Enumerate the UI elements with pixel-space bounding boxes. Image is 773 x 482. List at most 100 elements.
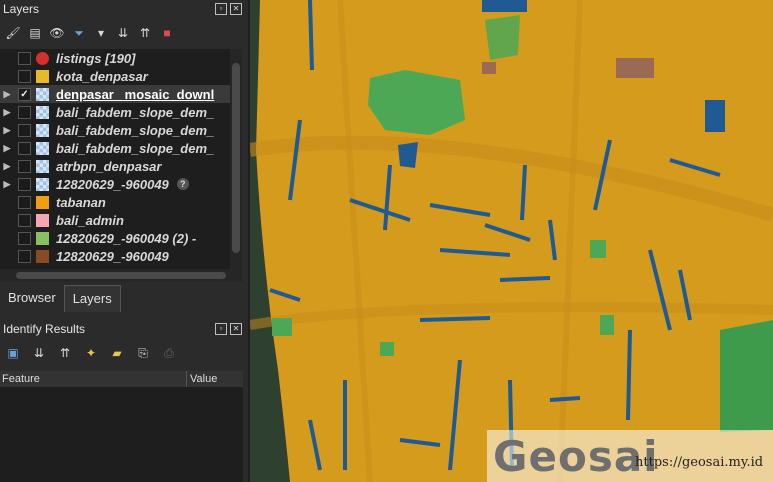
fill-symbol-icon <box>36 213 49 227</box>
remove-layer-icon[interactable]: ■ <box>158 24 176 42</box>
float-panel-icon[interactable]: ▫ <box>215 3 227 15</box>
layer-row[interactable]: ▶ 12820629_-960049? <box>0 175 230 193</box>
close-panel-icon[interactable]: ✕ <box>230 323 242 335</box>
green-area <box>368 70 465 135</box>
column-feature[interactable]: Feature <box>2 373 40 385</box>
close-panel-icon[interactable]: ✕ <box>230 3 242 15</box>
expand-arrow-icon[interactable]: ▶ <box>0 89 14 100</box>
identify-toolbar: ▣ ⇊ ⇈ ✦ ▰ ⎘ ⎙ <box>0 342 178 364</box>
green-area <box>272 318 292 336</box>
layer-visibility-checkbox[interactable] <box>18 159 31 173</box>
collapse-tree-icon[interactable]: ⇈ <box>56 344 74 362</box>
identify-results-header: Feature Value <box>0 371 243 388</box>
layer-visibility-checkbox[interactable] <box>18 177 31 191</box>
layer-label: tabanan <box>56 194 106 210</box>
expand-all-icon[interactable]: ⇊ <box>114 24 132 42</box>
layer-visibility-checkbox[interactable] <box>18 141 31 155</box>
style-manager-icon[interactable]: 🖌 <box>4 24 22 42</box>
column-value[interactable]: Value <box>190 373 217 385</box>
green-area <box>590 240 606 258</box>
expand-arrow-icon[interactable]: ▶ <box>0 179 14 190</box>
expand-all-results-icon[interactable]: ✦ <box>82 344 100 362</box>
layer-row[interactable]: listings [190] <box>0 49 230 67</box>
layer-visibility-checkbox[interactable] <box>18 69 31 83</box>
layer-row[interactable]: kota_denpasar <box>0 67 230 85</box>
expand-arrow-icon[interactable]: ▶ <box>0 107 14 118</box>
clear-results-icon[interactable]: ▰ <box>108 344 126 362</box>
expand-tree-icon[interactable]: ▣ <box>4 344 22 362</box>
visibility-eye-icon[interactable]: 👁 <box>48 24 66 42</box>
layer-visibility-checkbox[interactable] <box>18 213 31 227</box>
water-polygon <box>482 0 527 12</box>
print-icon[interactable]: ⎙ <box>160 344 178 362</box>
collapse-all-icon[interactable]: ⇈ <box>136 24 154 42</box>
layer-label: atrbpn_denpasar <box>56 158 162 174</box>
expand-new-icon[interactable]: ⇊ <box>30 344 48 362</box>
raster-layer-icon <box>36 159 49 173</box>
layer-row[interactable]: ▶ bali_fabdem_slope_dem_ <box>0 103 230 121</box>
layer-row[interactable]: ▶ ✓ denpasar _mosaic_downl <box>0 85 230 103</box>
layer-label: 12820629_-960049 <box>56 176 169 192</box>
layer-visibility-checkbox[interactable] <box>18 195 31 209</box>
layer-label: listings [190] <box>56 50 136 66</box>
watermark: Geosai https://geosai.my.id <box>487 430 773 482</box>
tab-browser[interactable]: Browser <box>0 285 64 311</box>
layer-row[interactable]: 12820629_-960049 (2) - <box>0 229 230 247</box>
green-area <box>600 315 614 335</box>
watermark-brand: Geosai <box>493 432 659 481</box>
layer-visibility-checkbox[interactable] <box>18 123 31 137</box>
dock-tabs: Browser Layers <box>0 285 121 312</box>
layer-label: denpasar _mosaic_downl <box>56 86 215 102</box>
copy-feature-icon[interactable]: ⎘ <box>134 344 152 362</box>
layer-row[interactable]: ▶ bali_fabdem_slope_dem_ <box>0 139 230 157</box>
layer-visibility-checkbox[interactable] <box>18 105 31 119</box>
layer-visibility-checkbox[interactable] <box>18 249 31 263</box>
green-area <box>380 342 394 356</box>
fill-symbol-icon <box>36 249 49 263</box>
left-dock: Layers ▫ ✕ 🖌 ▤ 👁 ⏷ ▾ ⇊ ⇈ ■ listings [190… <box>0 0 248 482</box>
layer-row[interactable]: ▶ bali_fabdem_slope_dem_ <box>0 121 230 139</box>
scrollbar-thumb[interactable] <box>232 63 240 253</box>
raster-tile <box>616 58 654 78</box>
layer-tree: listings [190] kota_denpasar ▶ ✓ denpasar _m… <box>0 49 230 269</box>
layer-label: 12820629_-960049 <box>56 248 169 264</box>
layers-toolbar: 🖌 ▤ 👁 ⏷ ▾ ⇊ ⇈ ■ <box>0 22 176 44</box>
layer-visibility-checkbox[interactable] <box>18 51 31 65</box>
layers-dock-buttons: ▫ ✕ <box>215 3 242 15</box>
filter-legend-icon[interactable]: ⏷ <box>70 24 88 42</box>
water-polygon <box>705 100 725 132</box>
identify-panel-title: Identify Results <box>3 322 86 336</box>
add-group-icon[interactable]: ▤ <box>26 24 44 42</box>
expand-arrow-icon[interactable]: ▶ <box>0 125 14 136</box>
layer-row[interactable]: 12820629_-960049 <box>0 247 230 265</box>
layer-tree-vertical-scrollbar[interactable] <box>230 49 242 269</box>
expand-arrow-icon[interactable]: ▶ <box>0 143 14 154</box>
map-canvas[interactable] <box>250 0 773 482</box>
layer-label: bali_admin <box>56 212 124 228</box>
layer-row[interactable]: tabanan <box>0 193 230 211</box>
expand-arrow-icon[interactable]: ▶ <box>0 161 14 172</box>
layer-label: bali_fabdem_slope_dem_ <box>56 140 215 156</box>
identify-results-body <box>0 387 243 482</box>
filter-by-expression-icon[interactable]: ▾ <box>92 24 110 42</box>
point-symbol-icon <box>36 51 49 65</box>
layer-row[interactable]: ▶ atrbpn_denpasar <box>0 157 230 175</box>
raster-layer-icon <box>36 177 49 191</box>
fill-symbol-icon <box>36 69 49 83</box>
identify-dock-buttons: ▫ ✕ <box>215 323 242 335</box>
fill-symbol-icon <box>36 195 49 209</box>
scrollbar-thumb[interactable] <box>16 272 226 279</box>
layer-row[interactable]: bali_admin <box>0 211 230 229</box>
layer-label: bali_fabdem_slope_dem_ <box>56 104 215 120</box>
layer-tree-horizontal-scrollbar[interactable] <box>0 269 242 282</box>
green-area <box>720 320 773 432</box>
fill-symbol-icon <box>36 231 49 245</box>
layer-label: bali_fabdem_slope_dem_ <box>56 122 215 138</box>
layers-panel-title: Layers <box>3 2 40 16</box>
float-panel-icon[interactable]: ▫ <box>215 323 227 335</box>
warning-icon[interactable]: ? <box>176 178 189 190</box>
layer-label: kota_denpasar <box>56 68 148 84</box>
layer-visibility-checkbox[interactable]: ✓ <box>18 87 31 101</box>
layer-visibility-checkbox[interactable] <box>18 231 31 245</box>
tab-layers[interactable]: Layers <box>63 285 121 312</box>
